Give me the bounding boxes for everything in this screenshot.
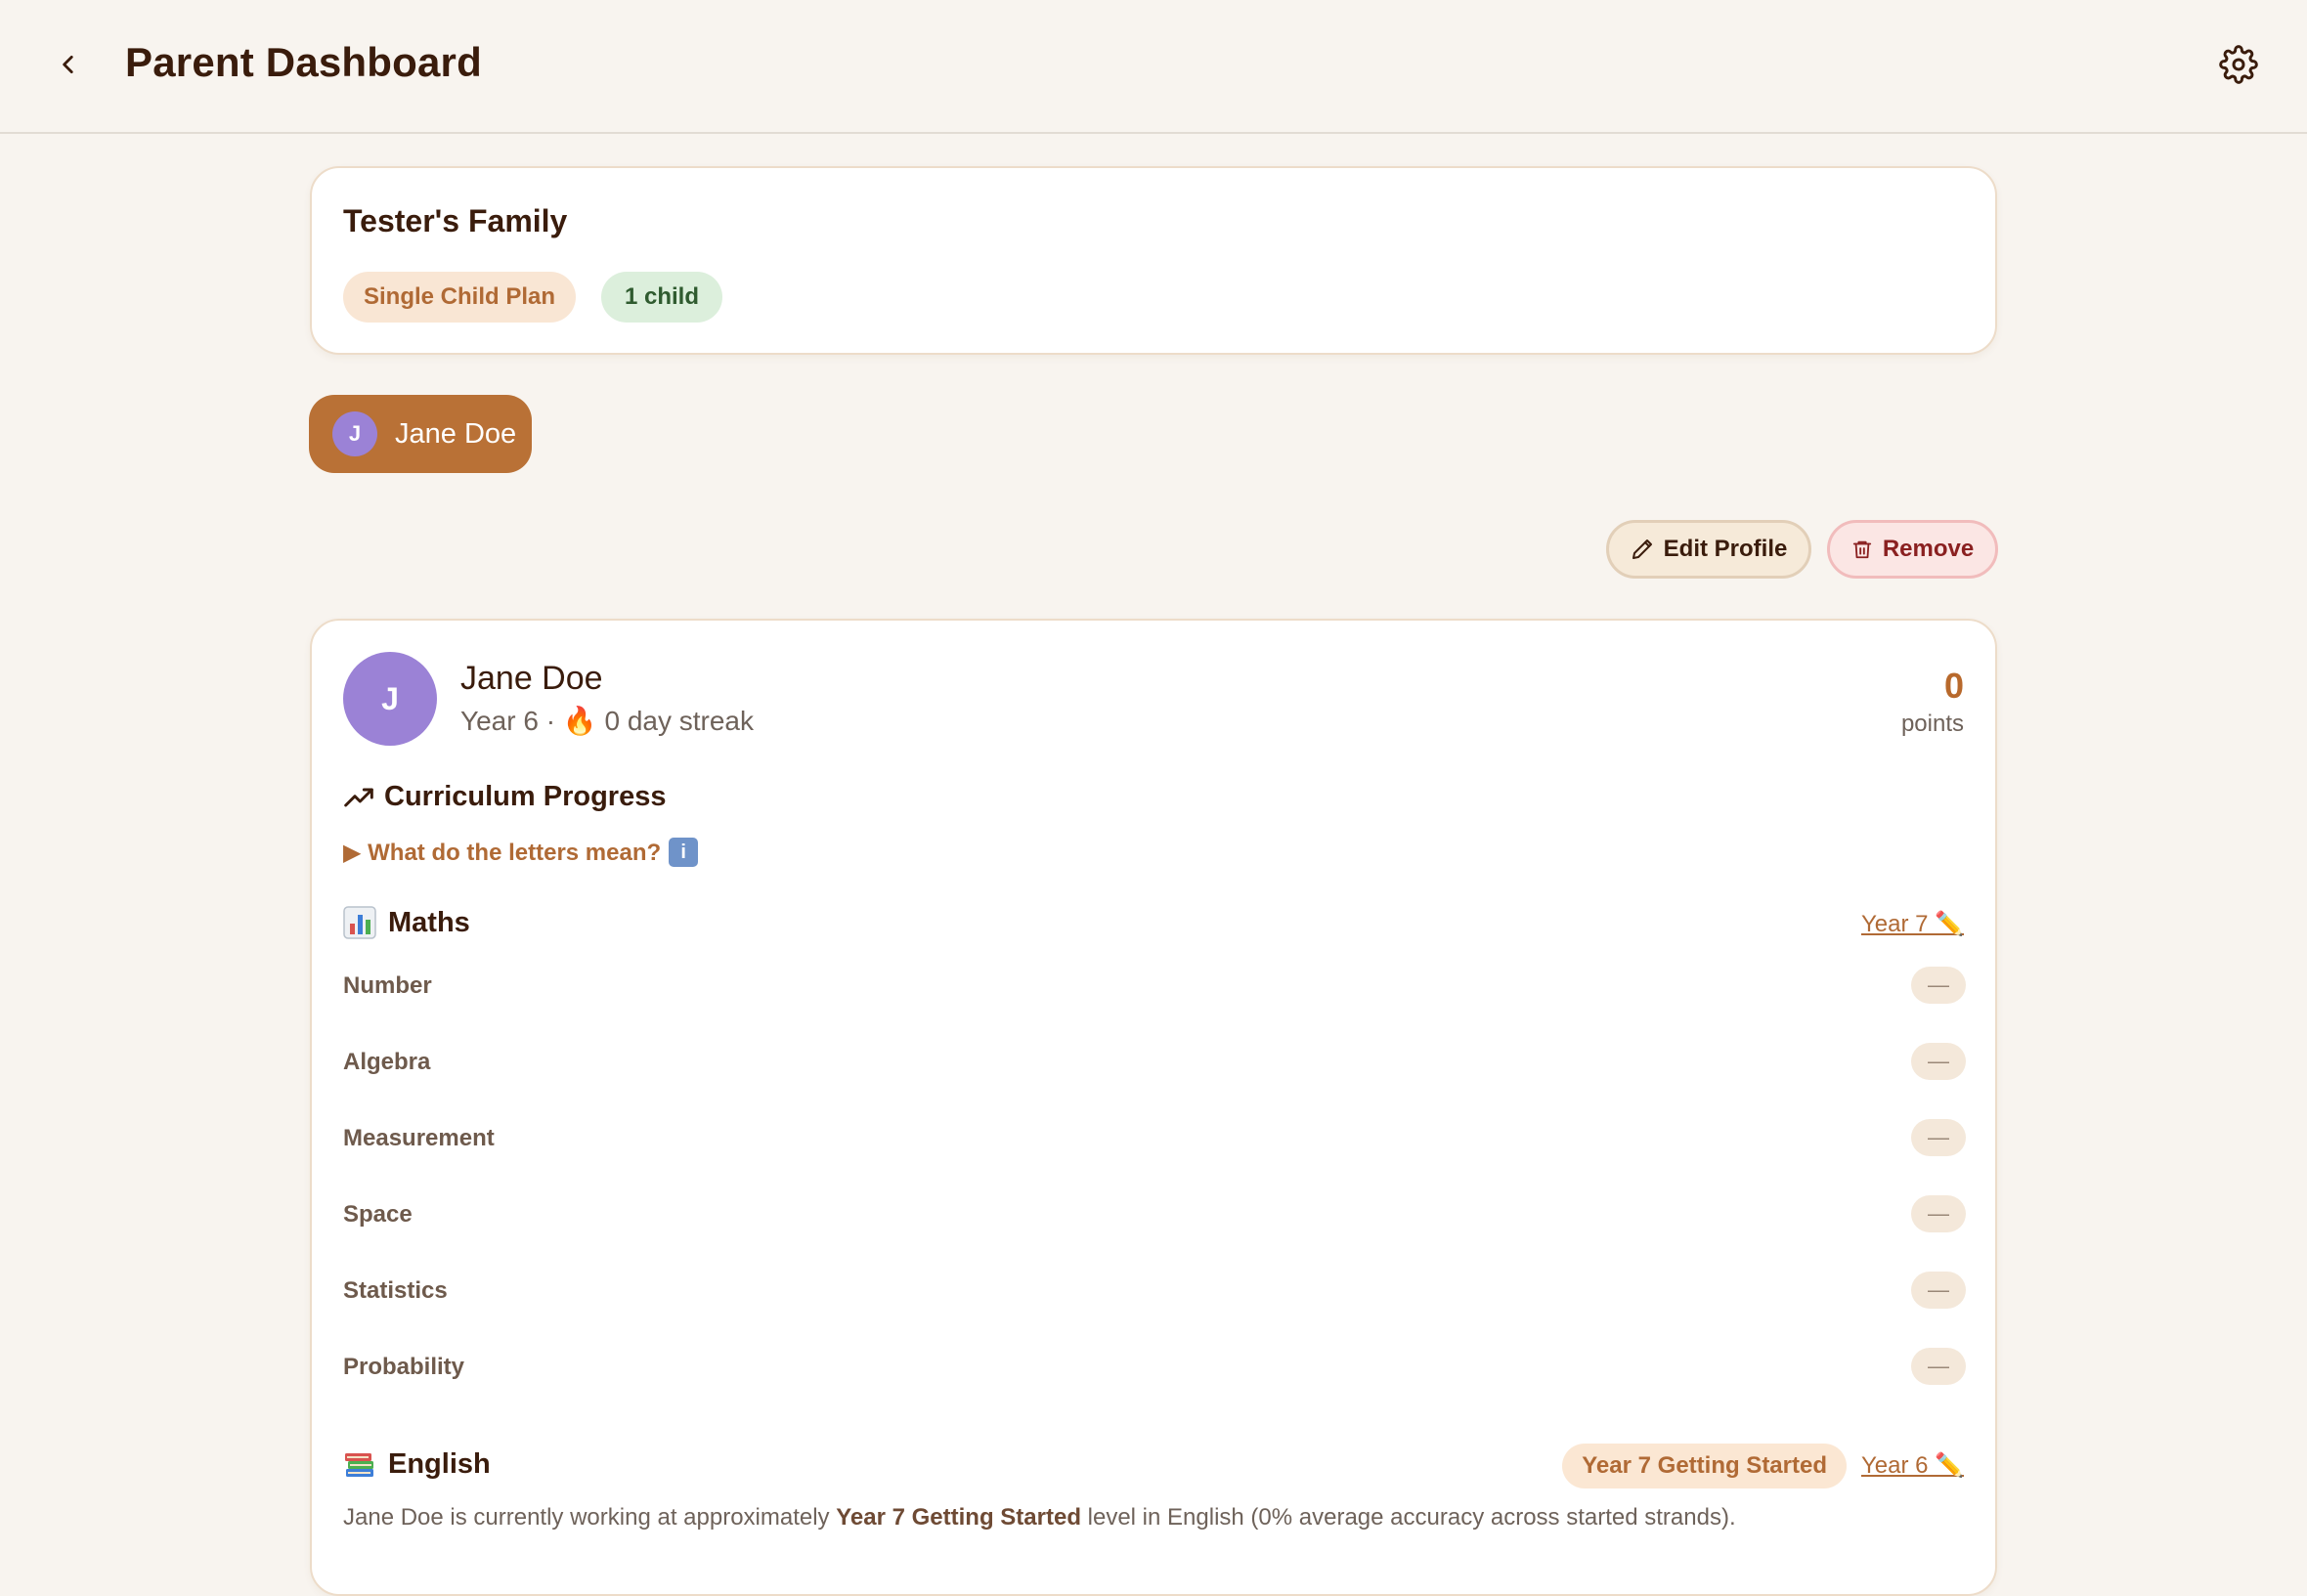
child-meta: Year 6 · 🔥 0 day streak: [460, 705, 754, 737]
strand-level-badge: —: [1911, 1119, 1966, 1156]
strand-label: Algebra: [343, 1049, 431, 1075]
curriculum-progress-title: Curriculum Progress: [384, 781, 667, 812]
strand-row: Space —: [343, 1195, 1966, 1234]
plan-badge: Single Child Plan: [343, 272, 576, 323]
english-title: English: [388, 1447, 491, 1480]
english-summary-level: Year 7 Getting Started: [836, 1504, 1081, 1531]
maths-heading: Maths: [343, 906, 470, 939]
letters-explainer-label: ▶ What do the letters mean?: [343, 839, 662, 866]
edit-profile-label: Edit Profile: [1663, 536, 1788, 562]
fire-icon: 🔥: [562, 706, 597, 736]
strand-row: Algebra —: [343, 1043, 1966, 1082]
points-value: 0: [1943, 666, 1964, 706]
strand-label: Probability: [343, 1354, 465, 1380]
child-year: Year 6 ·: [460, 706, 556, 736]
remove-label: Remove: [1882, 536, 1975, 562]
gear-icon: [2219, 45, 2258, 84]
child-name: Jane Doe: [460, 660, 603, 697]
strand-row: Measurement —: [343, 1119, 1966, 1158]
child-detail-card: J Jane Doe Year 6 · 🔥 0 day streak 0 poi…: [310, 619, 1997, 1596]
english-summary: Jane Doe is currently working at approxi…: [343, 1504, 1985, 1531]
remove-button[interactable]: Remove: [1827, 520, 1998, 579]
maths-title: Maths: [388, 906, 470, 938]
strand-row: Number —: [343, 967, 1966, 1006]
settings-button[interactable]: [2219, 45, 2262, 88]
trash-icon: [1852, 540, 1871, 559]
page-title: Parent Dashboard: [125, 39, 482, 85]
letters-explainer-toggle[interactable]: ▶ What do the letters mean? i: [343, 838, 699, 867]
pencil-icon: [1632, 539, 1652, 559]
strand-row: Probability —: [343, 1348, 1966, 1387]
strand-level-badge: —: [1911, 1195, 1966, 1232]
edit-profile-button[interactable]: Edit Profile: [1606, 520, 1811, 579]
chevron-left-icon: [63, 56, 73, 73]
strand-label: Number: [343, 972, 432, 999]
books-icon: [343, 1447, 376, 1481]
children-count-badge: 1 child: [601, 272, 722, 323]
strand-label: Statistics: [343, 1277, 448, 1304]
family-name: Tester's Family: [343, 203, 568, 238]
bar-chart-icon: [343, 906, 376, 939]
child-tab-jane-doe[interactable]: J Jane Doe: [309, 395, 532, 473]
english-summary-prefix: Jane Doe is currently working at approxi…: [343, 1504, 837, 1531]
strand-label: Space: [343, 1201, 413, 1228]
english-summary-suffix: level in English (0% average accuracy ac…: [1080, 1504, 1736, 1531]
strand-level-badge: —: [1911, 1272, 1966, 1309]
back-button[interactable]: [47, 43, 90, 86]
maths-year-link[interactable]: Year 7 ✏️: [1861, 910, 1964, 938]
child-tab-avatar: J: [332, 411, 377, 456]
top-bar: Parent Dashboard: [0, 0, 2307, 134]
points-label: points: [1900, 711, 1964, 737]
trending-up-icon: [344, 788, 373, 806]
child-tab-name: Jane Doe: [395, 417, 517, 450]
streak-text: 0 day streak: [604, 706, 754, 736]
strand-label: Measurement: [343, 1125, 495, 1151]
avatar: J: [343, 652, 437, 746]
strand-level-badge: —: [1911, 967, 1966, 1004]
english-heading: English: [343, 1447, 491, 1481]
curriculum-progress-heading: Curriculum Progress: [343, 781, 666, 813]
info-icon: i: [669, 838, 699, 867]
family-card: Tester's Family Single Child Plan 1 chil…: [310, 166, 1997, 355]
english-year-link[interactable]: Year 6 ✏️: [1861, 1451, 1964, 1480]
strand-row: Statistics —: [343, 1272, 1966, 1311]
strand-level-badge: —: [1911, 1043, 1966, 1080]
english-level-badge: Year 7 Getting Started: [1562, 1444, 1847, 1488]
strand-level-badge: —: [1911, 1348, 1966, 1385]
